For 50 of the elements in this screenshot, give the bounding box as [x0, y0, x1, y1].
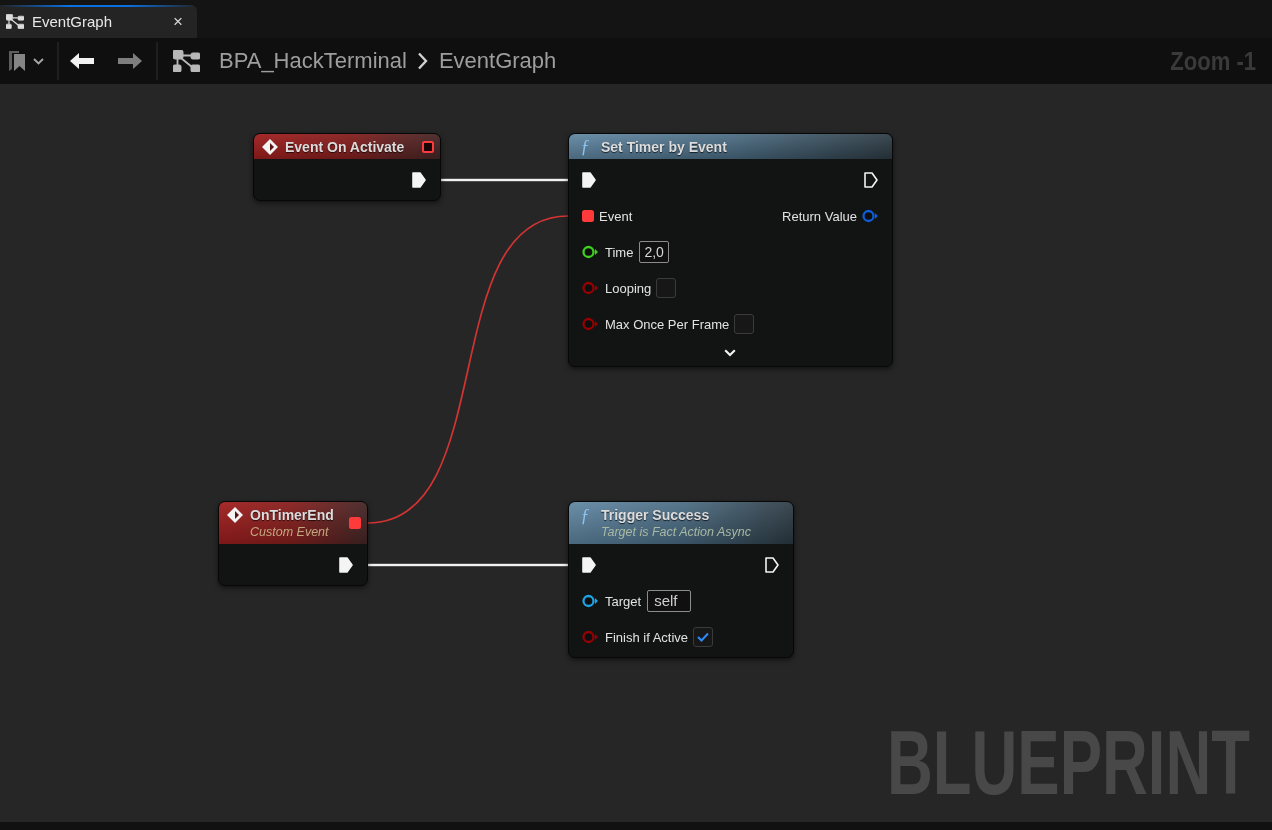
node-title: Set Timer by Event — [601, 137, 727, 156]
function-node[interactable]: ƒ Set Timer by Event Event Return Value Time 2,0 Looping Max Once Per Frame — [568, 133, 893, 367]
pin-label: Max Once Per Frame — [605, 316, 730, 332]
data-pin-icon[interactable] — [582, 594, 598, 608]
checkbox[interactable] — [734, 314, 755, 334]
node-graph-icon — [6, 14, 24, 29]
pin-label: Finish if Active — [605, 629, 689, 645]
exec-pin-icon[interactable] — [412, 172, 426, 188]
exec-pin-icon[interactable] — [582, 557, 596, 573]
delegate-pin-icon[interactable] — [582, 210, 594, 222]
node-graph-icon — [173, 50, 200, 72]
pin-label: Time — [605, 244, 634, 260]
bookmarks-dropdown-button[interactable] — [8, 50, 44, 72]
checkbox[interactable] — [693, 627, 714, 647]
back-arrow-icon[interactable] — [70, 53, 94, 69]
node-title: Trigger Success — [601, 505, 711, 524]
node-title: Event On Activate — [285, 137, 405, 156]
caret-down-icon — [33, 57, 44, 65]
delegate-pin-icon[interactable] — [349, 517, 361, 529]
data-pin-icon[interactable] — [582, 245, 598, 259]
close-button[interactable]: × — [173, 13, 183, 30]
exec-pin-icon[interactable] — [864, 172, 878, 188]
pin-label: Event — [599, 208, 633, 224]
event-diamond-icon — [227, 507, 243, 523]
breadcrumb-link[interactable]: EventGraph — [438, 48, 557, 74]
chevron-right-icon — [416, 52, 428, 70]
graph-tab[interactable]: EventGraph × — [0, 5, 197, 38]
breadcrumb-link[interactable]: BPA_HackTerminal — [219, 48, 407, 74]
node-title: OnTimerEnd — [250, 505, 334, 524]
checkmark-icon — [697, 632, 710, 642]
exec-pin-icon[interactable] — [765, 557, 779, 573]
event-node[interactable]: Event On Activate — [253, 133, 441, 201]
event-node[interactable]: OnTimerEnd Custom Event — [218, 501, 368, 586]
node-subtitle: Target is Fact Action Async — [601, 523, 752, 541]
bookmark-icon — [8, 50, 26, 72]
function-icon: ƒ — [577, 507, 593, 525]
event-diamond-icon — [262, 138, 278, 155]
pin-label: Looping — [605, 280, 652, 296]
pin-label: Return Value — [782, 208, 857, 224]
input-field[interactable]: 2,0 — [639, 241, 669, 263]
chevron-down-icon[interactable] — [724, 349, 736, 357]
exec-pin-icon[interactable] — [339, 557, 353, 573]
function-node[interactable]: ƒ Trigger Success Target is Fact Action Async Target self Finish if Active — [568, 501, 794, 658]
node-subtitle: Custom Event — [250, 523, 330, 541]
exec-pin-icon[interactable] — [582, 172, 596, 188]
pin-label: Target — [605, 593, 642, 609]
delegate-pin-icon[interactable] — [422, 140, 434, 153]
checkbox[interactable] — [656, 278, 677, 298]
input-field[interactable]: self — [647, 590, 692, 612]
function-icon: ƒ — [577, 137, 593, 156]
